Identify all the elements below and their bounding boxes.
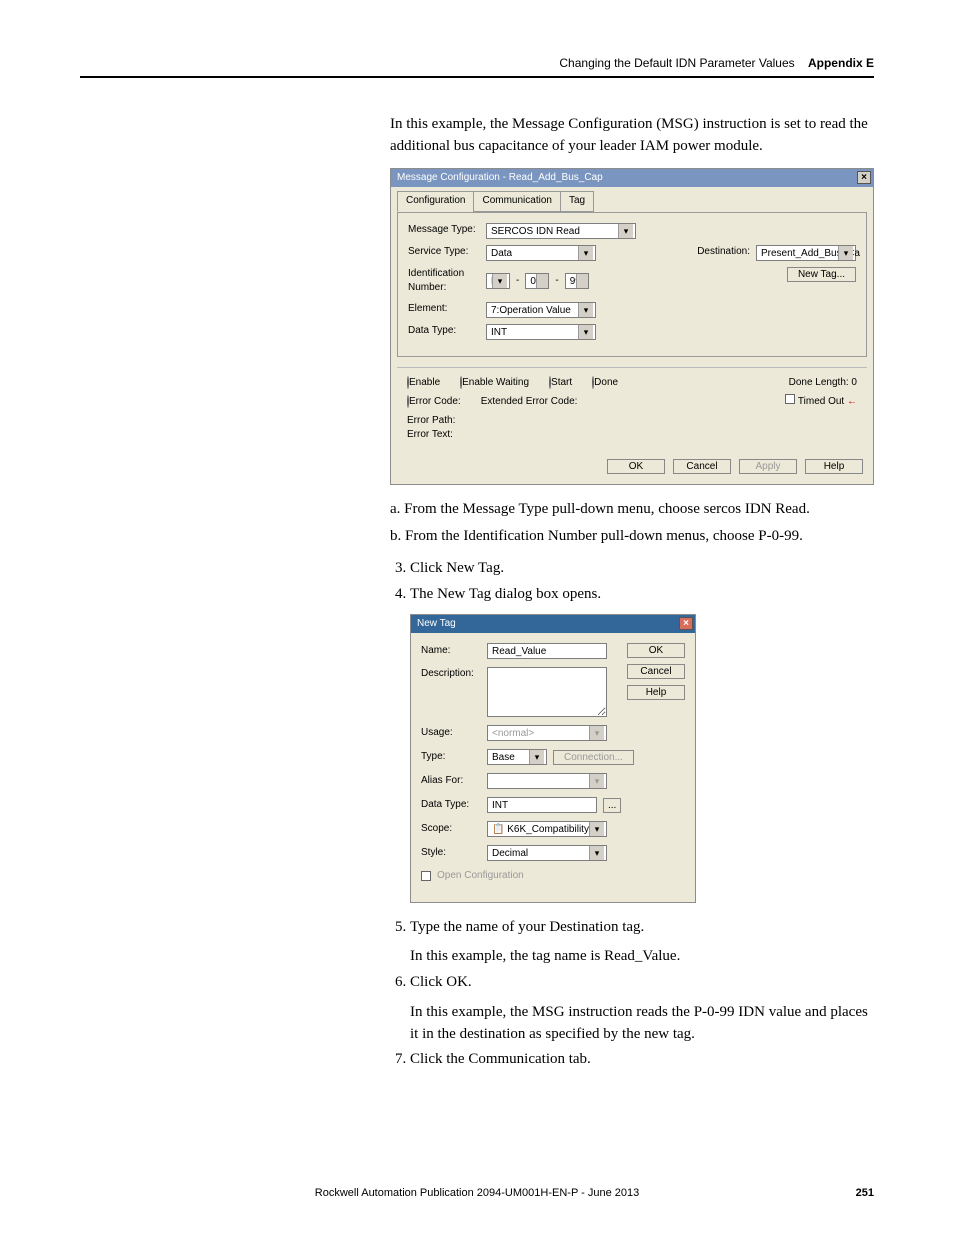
idn-0-spinner[interactable]: 0: [525, 273, 549, 289]
scope-label: Scope:: [421, 822, 481, 837]
apply-button[interactable]: Apply: [739, 459, 797, 474]
help-button[interactable]: Help: [805, 459, 863, 474]
type-label: Type:: [421, 750, 481, 765]
substep-b: b. From the Identification Number pull-d…: [390, 526, 874, 548]
msg-title: Message Configuration - Read_Add_Bus_Cap: [397, 171, 603, 186]
ok-button[interactable]: OK: [607, 459, 665, 474]
error-text-label: Error Text:: [407, 428, 857, 443]
idn-dash-2: -: [555, 274, 558, 289]
usage-dropdown: <normal>: [487, 725, 607, 741]
step-5: Type the name of your Destination tag.: [410, 919, 644, 935]
style-dropdown[interactable]: Decimal: [487, 845, 607, 861]
destination-dropdown[interactable]: Present_Add_Bus_Ca: [756, 245, 856, 261]
newtag-titlebar: New Tag ×: [411, 615, 695, 634]
service-type-label: Service Type:: [408, 245, 480, 260]
step-3: Click New Tag.: [410, 558, 874, 580]
header-appendix: Appendix E: [808, 56, 874, 70]
publication-info: Rockwell Automation Publication 2094-UM0…: [315, 1187, 639, 1199]
type-dropdown[interactable]: Base: [487, 749, 547, 765]
style-label: Style:: [421, 846, 481, 861]
datatype-browse-button[interactable]: ...: [603, 798, 621, 813]
idn-p-dropdown[interactable]: P: [486, 273, 510, 289]
step-6: Click OK.: [410, 974, 472, 990]
tab-tag[interactable]: Tag: [560, 191, 594, 212]
status-area: Enable Enable Waiting Start Done Done Le…: [397, 367, 867, 447]
timed-out-checkbox[interactable]: [785, 394, 795, 404]
msg-titlebar: Message Configuration - Read_Add_Bus_Cap…: [391, 169, 873, 188]
config-sheet: Message Type: SERCOS IDN Read Service Ty…: [397, 212, 867, 357]
newtag-ok-button[interactable]: OK: [627, 643, 685, 658]
desc-label: Description:: [421, 667, 481, 682]
idn-99-spinner[interactable]: 99: [565, 273, 589, 289]
name-input[interactable]: [487, 643, 607, 659]
page-header: Changing the Default IDN Parameter Value…: [80, 56, 874, 78]
error-path-label: Error Path:: [407, 414, 857, 429]
newtag-cancel-button[interactable]: Cancel: [627, 664, 685, 679]
service-type-dropdown[interactable]: Data: [486, 245, 596, 261]
destination-label: Destination:: [697, 245, 750, 260]
idn-dash-1: -: [516, 274, 519, 289]
new-tag-button[interactable]: New Tag...: [787, 267, 856, 282]
cancel-button[interactable]: Cancel: [673, 459, 731, 474]
done-length-label: Done Length: 0: [789, 376, 857, 391]
newtag-datatype-input[interactable]: [487, 797, 597, 813]
message-config-dialog: Message Configuration - Read_Add_Bus_Cap…: [390, 168, 874, 485]
alias-dropdown: [487, 773, 607, 789]
element-label: Element:: [408, 302, 480, 317]
alias-label: Alias For:: [421, 774, 481, 789]
header-title: Changing the Default IDN Parameter Value…: [559, 56, 794, 70]
close-icon[interactable]: ×: [679, 617, 693, 630]
name-label: Name:: [421, 644, 481, 659]
substep-a: a. From the Message Type pull-down menu,…: [390, 499, 874, 521]
description-input[interactable]: [487, 667, 607, 717]
step-4: The New Tag dialog box opens.: [410, 586, 601, 602]
step-6b: In this example, the MSG instruction rea…: [410, 1002, 874, 1046]
new-tag-dialog: New Tag × Name: Description: OK Cancel H…: [410, 614, 696, 903]
data-type-label: Data Type:: [408, 324, 480, 339]
close-icon[interactable]: ×: [857, 171, 871, 184]
step-7: Click the Communication tab.: [410, 1049, 874, 1071]
scope-dropdown[interactable]: 📋 K6K_Compatibility: [487, 821, 607, 837]
dialog-buttons: OK Cancel Apply Help: [391, 453, 873, 484]
step-5b: In this example, the tag name is Read_Va…: [410, 946, 874, 968]
tab-strip: Configuration Communication Tag: [391, 187, 873, 212]
page-number: 251: [856, 1187, 874, 1199]
newtag-datatype-label: Data Type:: [421, 798, 481, 813]
intro-paragraph: In this example, the Message Configurati…: [390, 114, 874, 158]
page-footer: Rockwell Automation Publication 2094-UM0…: [80, 1187, 874, 1199]
ext-error-code-label: Extended Error Code:: [481, 395, 578, 410]
tab-configuration[interactable]: Configuration: [397, 191, 474, 212]
open-config-checkbox: [421, 871, 431, 881]
element-dropdown[interactable]: 7:Operation Value: [486, 302, 596, 318]
message-type-dropdown[interactable]: SERCOS IDN Read: [486, 223, 636, 239]
newtag-title: New Tag: [417, 617, 456, 632]
open-config-label: Open Configuration: [437, 869, 524, 884]
newtag-help-button[interactable]: Help: [627, 685, 685, 700]
idn-label: Identification Number:: [408, 267, 480, 296]
data-type-dropdown[interactable]: INT: [486, 324, 596, 340]
usage-label: Usage:: [421, 726, 481, 741]
connection-button: Connection...: [553, 750, 634, 765]
message-type-label: Message Type:: [408, 223, 480, 238]
timeout-arrow-icon: ←: [847, 396, 857, 407]
tab-communication[interactable]: Communication: [473, 191, 560, 212]
